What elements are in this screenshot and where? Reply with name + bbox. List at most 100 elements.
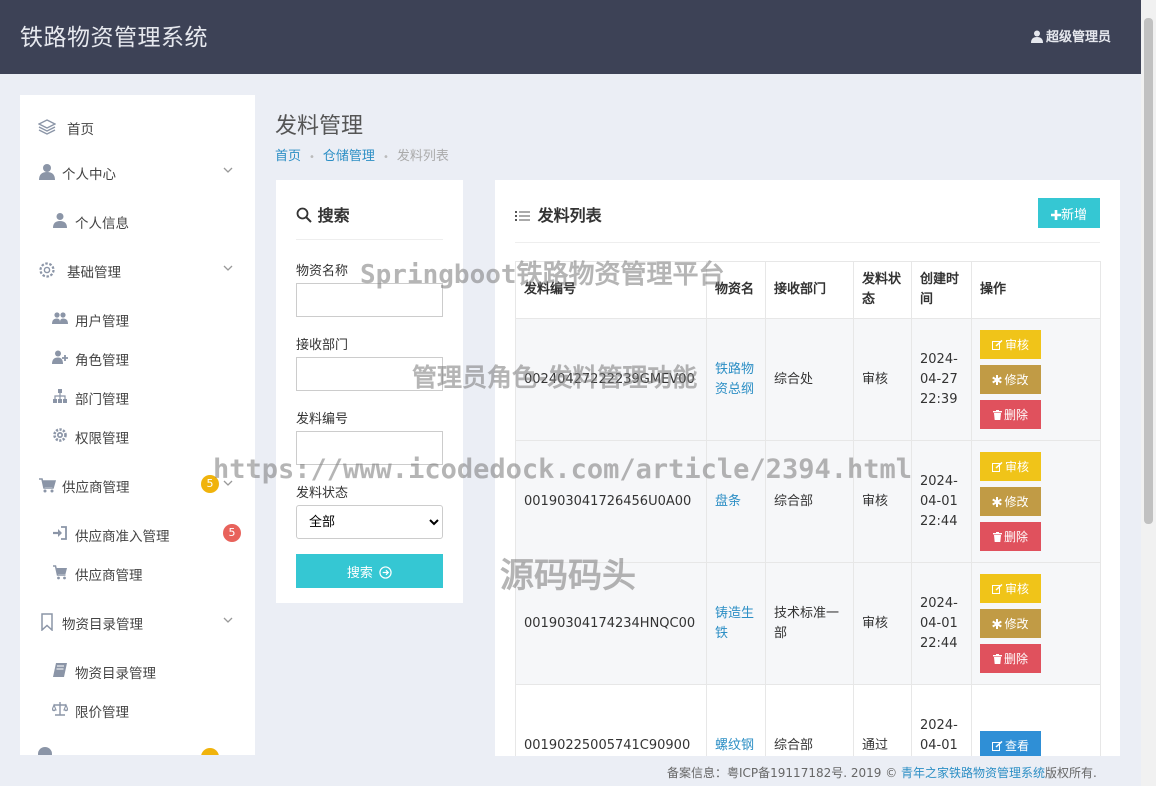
arrow-circle-right-icon [379, 565, 392, 579]
audit-button-label: 审核 [1004, 338, 1029, 352]
bookmark-icon [41, 613, 53, 631]
list-panel-header: 发料列表 [515, 202, 602, 226]
notification-badge: 5 [201, 475, 219, 493]
sidebar-item-supplier-mgmt[interactable]: 供应商管理 5 [20, 466, 255, 502]
edit-icon [991, 583, 1003, 594]
page-scrollbar[interactable] [1141, 0, 1156, 786]
column-header: 发料状态 [853, 261, 912, 319]
dept-input[interactable] [296, 357, 443, 391]
user-icon [39, 164, 55, 180]
top-navbar: 铁路物资管理系统 超级管理员 [0, 0, 1141, 74]
material-name-input[interactable] [296, 283, 443, 317]
cell-dept: 综合部 [765, 440, 854, 563]
search-icon [296, 207, 312, 223]
delete-button-label: 删除 [1003, 652, 1028, 666]
column-header: 接收部门 [765, 261, 854, 319]
sidebar-item-user-mgmt[interactable]: 用户管理 [20, 303, 255, 333]
cell-status: 审核 [853, 562, 912, 685]
table-row: 001903041726456U0A00 盘条 综合部 审核 2024-04-0… [515, 440, 1101, 563]
footer-suffix: 版权所有. [1045, 766, 1097, 780]
cell-material-link[interactable]: 螺纹钢 [706, 684, 766, 756]
sidebar-label: 角色管理 [75, 353, 129, 369]
cell-dept: 综合部 [765, 684, 854, 756]
layers-icon [38, 119, 56, 135]
user-menu[interactable]: 超级管理员 [1030, 26, 1111, 45]
breadcrumb-home[interactable]: 首页 [275, 149, 301, 164]
scrollbar-thumb[interactable] [1144, 18, 1153, 524]
divider [515, 242, 1100, 243]
delete-button[interactable]: 删除 [980, 400, 1041, 429]
book-icon [53, 663, 67, 677]
sidebar-item-personal-center[interactable]: 个人中心 [20, 153, 255, 189]
delete-button-label: 删除 [1003, 530, 1028, 544]
sidebar-item-supplier-sub[interactable]: 供应商管理 [20, 557, 255, 587]
cell-material-link[interactable]: 盘条 [706, 440, 766, 563]
cell-created: 2024-04-01 22:44 [911, 684, 972, 756]
column-header: 发料编号 [515, 261, 707, 319]
sidebar-label: 物资目录管理 [62, 617, 143, 633]
table-row: 0024042722223​9GMEV00 铁路物资总纲 综合处 审核 2024… [515, 318, 1101, 441]
material-name-label: 物资名称 [296, 264, 349, 279]
add-button-label: 新增 [1060, 207, 1087, 223]
table-header-row: 发料编号 物资名 接收部门 发料状态 创建时间 操作 [515, 261, 1101, 319]
breadcrumb-parent[interactable]: 仓储管理 [323, 149, 375, 164]
sidebar-item-supplier-access[interactable]: 供应商准入管理 5 [20, 518, 255, 548]
column-header: 物资名 [706, 261, 766, 319]
cell-code: 00190225005741C90900 [515, 684, 707, 756]
status-select[interactable]: 全部 [296, 505, 443, 539]
sidebar-label: 供应商管理 [75, 568, 143, 584]
list-panel: 发料列表 新增 发料编号 物资名 接收部门 发料状态 创建时间 操作 00240… [495, 180, 1120, 756]
sidebar-item-basic-mgmt[interactable]: 基础管理 [20, 251, 255, 287]
cell-actions: 审核 修改 删除 [971, 440, 1101, 563]
sidebar-item-home[interactable]: 首页 [20, 108, 255, 144]
edit-button-label: 修改 [1004, 373, 1029, 387]
delete-button[interactable]: 删除 [980, 644, 1041, 673]
view-button[interactable]: 查看 [980, 731, 1041, 756]
chevron-down-icon [223, 480, 233, 486]
cell-material-link[interactable]: 铸造生铁 [706, 562, 766, 685]
delete-button[interactable]: 删除 [980, 522, 1041, 551]
column-header: 操作 [971, 261, 1101, 319]
cog-icon [53, 428, 67, 442]
cell-code: 00190304174234HNQC00 [515, 562, 707, 685]
sidebar-item-price-limit[interactable]: 限价管理 [20, 694, 255, 724]
search-button[interactable]: 搜索 [296, 554, 443, 588]
audit-button[interactable]: 审核 [980, 330, 1041, 359]
edit-button[interactable]: 修改 [980, 487, 1041, 516]
chevron-down-icon [223, 617, 233, 623]
users-icon [52, 312, 68, 324]
breadcrumb: 首页 • 仓储管理 • 发料列表 [275, 145, 449, 164]
search-panel-title: 搜索 [317, 206, 350, 225]
edit-icon [991, 740, 1003, 751]
sidebar-item-catalog-group[interactable]: 物资目录管理 [20, 603, 255, 639]
page-title: 发料管理 [275, 114, 364, 139]
edit-button[interactable]: 修改 [980, 365, 1041, 394]
cell-created: 2024-04-01 22:44 [911, 562, 972, 685]
chevron-down-icon [223, 167, 233, 173]
footer-link[interactable]: 青年之家铁路物资管理系统 [901, 766, 1045, 780]
table-row: 00190304174234HNQC00 铸造生铁 技术标准一部 审核 2024… [515, 562, 1101, 685]
sidebar-item-perm-mgmt[interactable]: 权限管理 [20, 420, 255, 450]
sidebar-item-personal-info[interactable]: 个人信息 [20, 205, 255, 235]
sidebar-label: 物资目录管理 [75, 666, 156, 682]
code-label: 发料编号 [296, 412, 349, 427]
cell-material-link[interactable]: 铁路物资总纲 [706, 318, 766, 441]
sidebar-item-role-mgmt[interactable]: 角色管理 [20, 342, 255, 372]
audit-button[interactable]: 审核 [980, 452, 1041, 481]
asterisk-icon [992, 497, 1003, 507]
user-icon [1030, 30, 1043, 43]
sign-in-icon [53, 526, 67, 540]
user-icon [53, 213, 67, 228]
chevron-down-icon [223, 265, 233, 271]
user-plus-icon [52, 350, 68, 364]
code-input[interactable] [296, 431, 443, 465]
asterisk-icon [992, 375, 1003, 385]
sidebar: 首页 个人中心 个人信息 基础管理 用户管理 角色管理 部门管理 权限管理 供应… [20, 95, 255, 755]
edit-button[interactable]: 修改 [980, 609, 1041, 638]
sidebar-item-catalog-sub[interactable]: 物资目录管理 [20, 655, 255, 685]
sidebar-item-dept-mgmt[interactable]: 部门管理 [20, 381, 255, 411]
sidebar-label: 部门管理 [75, 392, 129, 408]
add-button[interactable]: 新增 [1038, 198, 1100, 228]
delete-button-label: 删除 [1003, 408, 1028, 422]
audit-button[interactable]: 审核 [980, 574, 1041, 603]
